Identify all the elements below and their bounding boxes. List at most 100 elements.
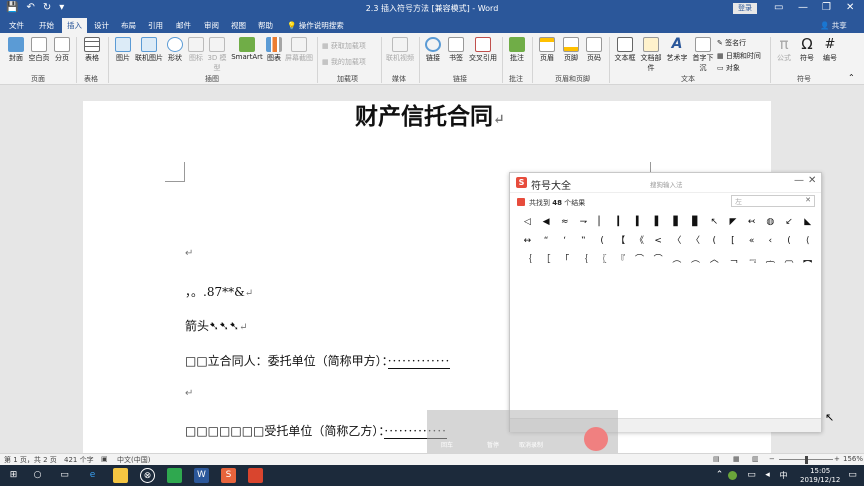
tell-me-search[interactable]: 💡 操作说明搜索 (287, 20, 344, 31)
symbol-cell[interactable]: ▋ (668, 213, 687, 232)
web-layout-icon[interactable]: ▥ (752, 455, 759, 463)
tab-file[interactable]: 文件 (9, 20, 24, 31)
green-app-icon[interactable] (167, 468, 182, 483)
document-title[interactable]: 财产信托合同↵ (355, 97, 505, 131)
symbol-cell[interactable]: ↖ (705, 213, 724, 232)
tab-mailings[interactable]: 邮件 (176, 20, 191, 31)
date-time-button[interactable]: ▦ 日期和时间 (717, 51, 761, 61)
tab-home[interactable]: 开始 (39, 20, 54, 31)
close-icon[interactable]: ✕ (808, 175, 816, 186)
picture-button[interactable]: 图片 (113, 37, 133, 63)
smartart-button[interactable]: SmartArt (231, 37, 263, 61)
search-icon[interactable]: ○ (30, 468, 45, 483)
symbol-cell[interactable]: ⇁ (574, 213, 593, 232)
3d-model-button[interactable]: 3D 模型 (207, 37, 227, 73)
blank-page-button[interactable]: 空白页 (27, 37, 51, 63)
windows-start-icon[interactable]: ⊞ (6, 468, 21, 483)
symbol-cell[interactable]: ( (593, 232, 612, 251)
zoom-level[interactable]: 156% (843, 455, 863, 463)
symbol-panel-header[interactable]: S 符号大全 搜狗输入法 — ✕ (510, 173, 821, 193)
read-mode-icon[interactable]: ▤ (713, 455, 720, 463)
symbol-cell[interactable]: 〈 (686, 232, 705, 251)
language[interactable]: 中文(中国) (117, 455, 150, 465)
document-line[interactable]: ，。.87**&↵ (185, 283, 253, 300)
symbol-cell[interactable]: < (649, 232, 668, 251)
task-view-icon[interactable]: ▭ (57, 468, 72, 483)
symbol-cell[interactable]: ≈ (555, 213, 574, 232)
proofing-icon[interactable]: ▣ (101, 455, 108, 463)
document-line[interactable]: 箭头➷➷➷↵ (185, 317, 248, 334)
vertical-scrollbar[interactable] (856, 86, 864, 453)
symbol-cell[interactable]: ▎ (611, 213, 630, 232)
tray-app-icon[interactable] (728, 471, 737, 480)
text-box-button[interactable]: 文本框 (613, 37, 637, 63)
symbol-cell[interactable]: 『 (611, 251, 630, 270)
chart-button[interactable]: 图表 (265, 37, 283, 63)
symbol-cell[interactable]: ︷ (761, 251, 780, 270)
wordart-button[interactable]: A 艺术字 (665, 37, 689, 63)
share-button[interactable]: 👤 共享 (820, 20, 847, 31)
tab-review[interactable]: 审阅 (204, 20, 219, 31)
symbol-cell[interactable]: ◀ (537, 213, 556, 232)
footer-button[interactable]: 页脚 (561, 37, 581, 63)
symbol-cell[interactable]: ｛ (574, 251, 593, 270)
tab-references[interactable]: 引用 (148, 20, 163, 31)
symbol-cell[interactable]: ⌒ (649, 251, 668, 270)
cover-page-button[interactable]: 封面 (6, 37, 26, 63)
symbol-cell[interactable]: 〈 (668, 232, 687, 251)
symbol-cell[interactable]: ▌ (649, 213, 668, 232)
quick-parts-button[interactable]: 文档部件 (638, 37, 664, 73)
zoom-in-icon[interactable]: + (834, 455, 840, 463)
symbol-cell[interactable]: ↔ (518, 232, 537, 251)
symbol-cell[interactable]: ︵ (686, 251, 705, 270)
number-button[interactable]: # 编号 (820, 37, 840, 63)
sogou-app-icon[interactable]: S (221, 468, 236, 483)
equation-button[interactable]: π 公式 (774, 37, 794, 63)
online-picture-button[interactable]: 联机图片 (135, 37, 163, 63)
symbol-cell[interactable]: ﹁ (724, 251, 743, 270)
link-button[interactable]: 链接 (424, 37, 442, 63)
symbol-cell[interactable]: 【 (611, 232, 630, 251)
recorder-app-icon[interactable] (248, 468, 263, 483)
symbol-cell[interactable]: ↢ (742, 213, 761, 232)
symbol-cell[interactable]: ◍ (761, 213, 780, 232)
symbol-cell[interactable]: ［ (537, 251, 556, 270)
symbol-cell[interactable]: ｛ (518, 251, 537, 270)
tab-design[interactable]: 设计 (94, 20, 109, 31)
symbol-cell[interactable]: ﹃ (742, 251, 761, 270)
symbol-cell[interactable]: « (742, 232, 761, 251)
tab-help[interactable]: 帮助 (258, 20, 273, 31)
symbol-cell[interactable]: ‘ (555, 232, 574, 251)
tab-view[interactable]: 视图 (231, 20, 246, 31)
get-addins-button[interactable]: ▦ 获取加载项 (322, 41, 366, 51)
symbol-cell[interactable]: ︹ (780, 251, 799, 270)
tab-layout[interactable]: 布局 (121, 20, 136, 31)
ribbon-display-icon[interactable]: ▭ (774, 2, 783, 13)
symbol-cell[interactable]: ▏ (593, 213, 612, 232)
page-info[interactable]: 第 1 页，共 2 页 (4, 455, 57, 465)
icons-button[interactable]: 图标 (188, 37, 204, 63)
word-count[interactable]: 421 个字 (64, 455, 94, 465)
table-button[interactable]: 表格 (82, 37, 102, 63)
online-video-button[interactable]: 联机视频 (386, 37, 414, 63)
notifications-icon[interactable]: ▭ (845, 468, 860, 483)
symbol-cell[interactable]: ◣ (798, 213, 817, 232)
clear-search-icon[interactable]: ✕ (805, 196, 811, 204)
login-button[interactable]: 登录 (733, 3, 757, 14)
zoom-slider-thumb[interactable] (805, 456, 808, 464)
word-app-icon[interactable]: W (194, 468, 209, 483)
record-button[interactable] (584, 427, 608, 451)
symbol-cell[interactable]: ⌒ (630, 251, 649, 270)
page-number-button[interactable]: 页码 (584, 37, 604, 63)
symbol-cell[interactable]: “ (537, 232, 556, 251)
symbol-cell[interactable]: ▍ (630, 213, 649, 232)
symbol-cell[interactable]: ︻ (798, 251, 817, 270)
symbol-cell[interactable]: ↙ (780, 213, 799, 232)
bookmark-button[interactable]: 书签 (446, 37, 466, 63)
network-icon[interactable]: ▭ (744, 468, 759, 483)
symbol-cell[interactable]: ▊ (686, 213, 705, 232)
page-break-button[interactable]: 分页 (52, 37, 72, 63)
symbol-cell[interactable]: ︿ (705, 251, 724, 270)
document-line[interactable]: □□立合同人：委托单位（简称甲方）：············· (185, 352, 451, 369)
minimize-icon[interactable]: — (798, 2, 808, 13)
